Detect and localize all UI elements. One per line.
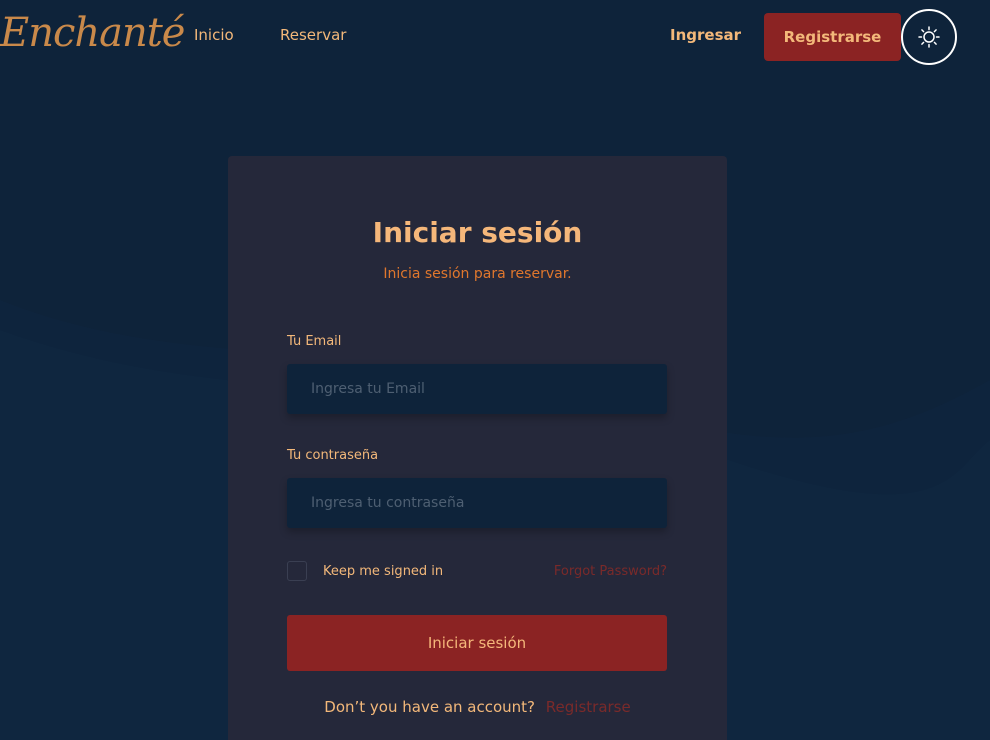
email-label: Tu Email bbox=[287, 334, 342, 349]
login-button[interactable]: Ingresar bbox=[670, 26, 741, 44]
signup-prompt: Don’t you have an account? Registrarse bbox=[228, 698, 727, 716]
theme-toggle-button[interactable] bbox=[901, 9, 957, 65]
page-title: Iniciar sesión bbox=[372, 216, 583, 249]
page-subtitle: Inicia sesión para reservar. bbox=[383, 266, 572, 282]
logo-text: Enchanté bbox=[0, 10, 185, 56]
logo[interactable]: Enchanté bbox=[0, 4, 185, 70]
navbar: Enchanté Inicio Reservar Ingresar Regist… bbox=[0, 0, 990, 74]
email-field[interactable] bbox=[287, 364, 667, 414]
forgot-password-link[interactable]: Forgot Password? bbox=[554, 564, 667, 579]
submit-login-label: Iniciar sesión bbox=[427, 634, 527, 652]
no-account-text: Don’t you have an account? bbox=[324, 698, 536, 716]
password-label: Tu contraseña bbox=[287, 448, 379, 463]
register-button-label: Registrarse bbox=[783, 28, 882, 46]
nav-link-inicio[interactable]: Inicio bbox=[194, 26, 234, 44]
register-button[interactable]: Registrarse bbox=[764, 13, 901, 61]
sun-icon bbox=[918, 26, 940, 48]
submit-login-button[interactable]: Iniciar sesión bbox=[287, 615, 667, 671]
remember-me-checkbox[interactable] bbox=[287, 561, 307, 581]
password-field[interactable] bbox=[287, 478, 667, 528]
nav-link-reservar[interactable]: Reservar bbox=[280, 26, 346, 44]
signup-link[interactable]: Registrarse bbox=[546, 698, 631, 716]
login-card: Iniciar sesión Inicia sesión para reserv… bbox=[228, 156, 727, 740]
remember-me-label: Keep me signed in bbox=[323, 564, 444, 579]
